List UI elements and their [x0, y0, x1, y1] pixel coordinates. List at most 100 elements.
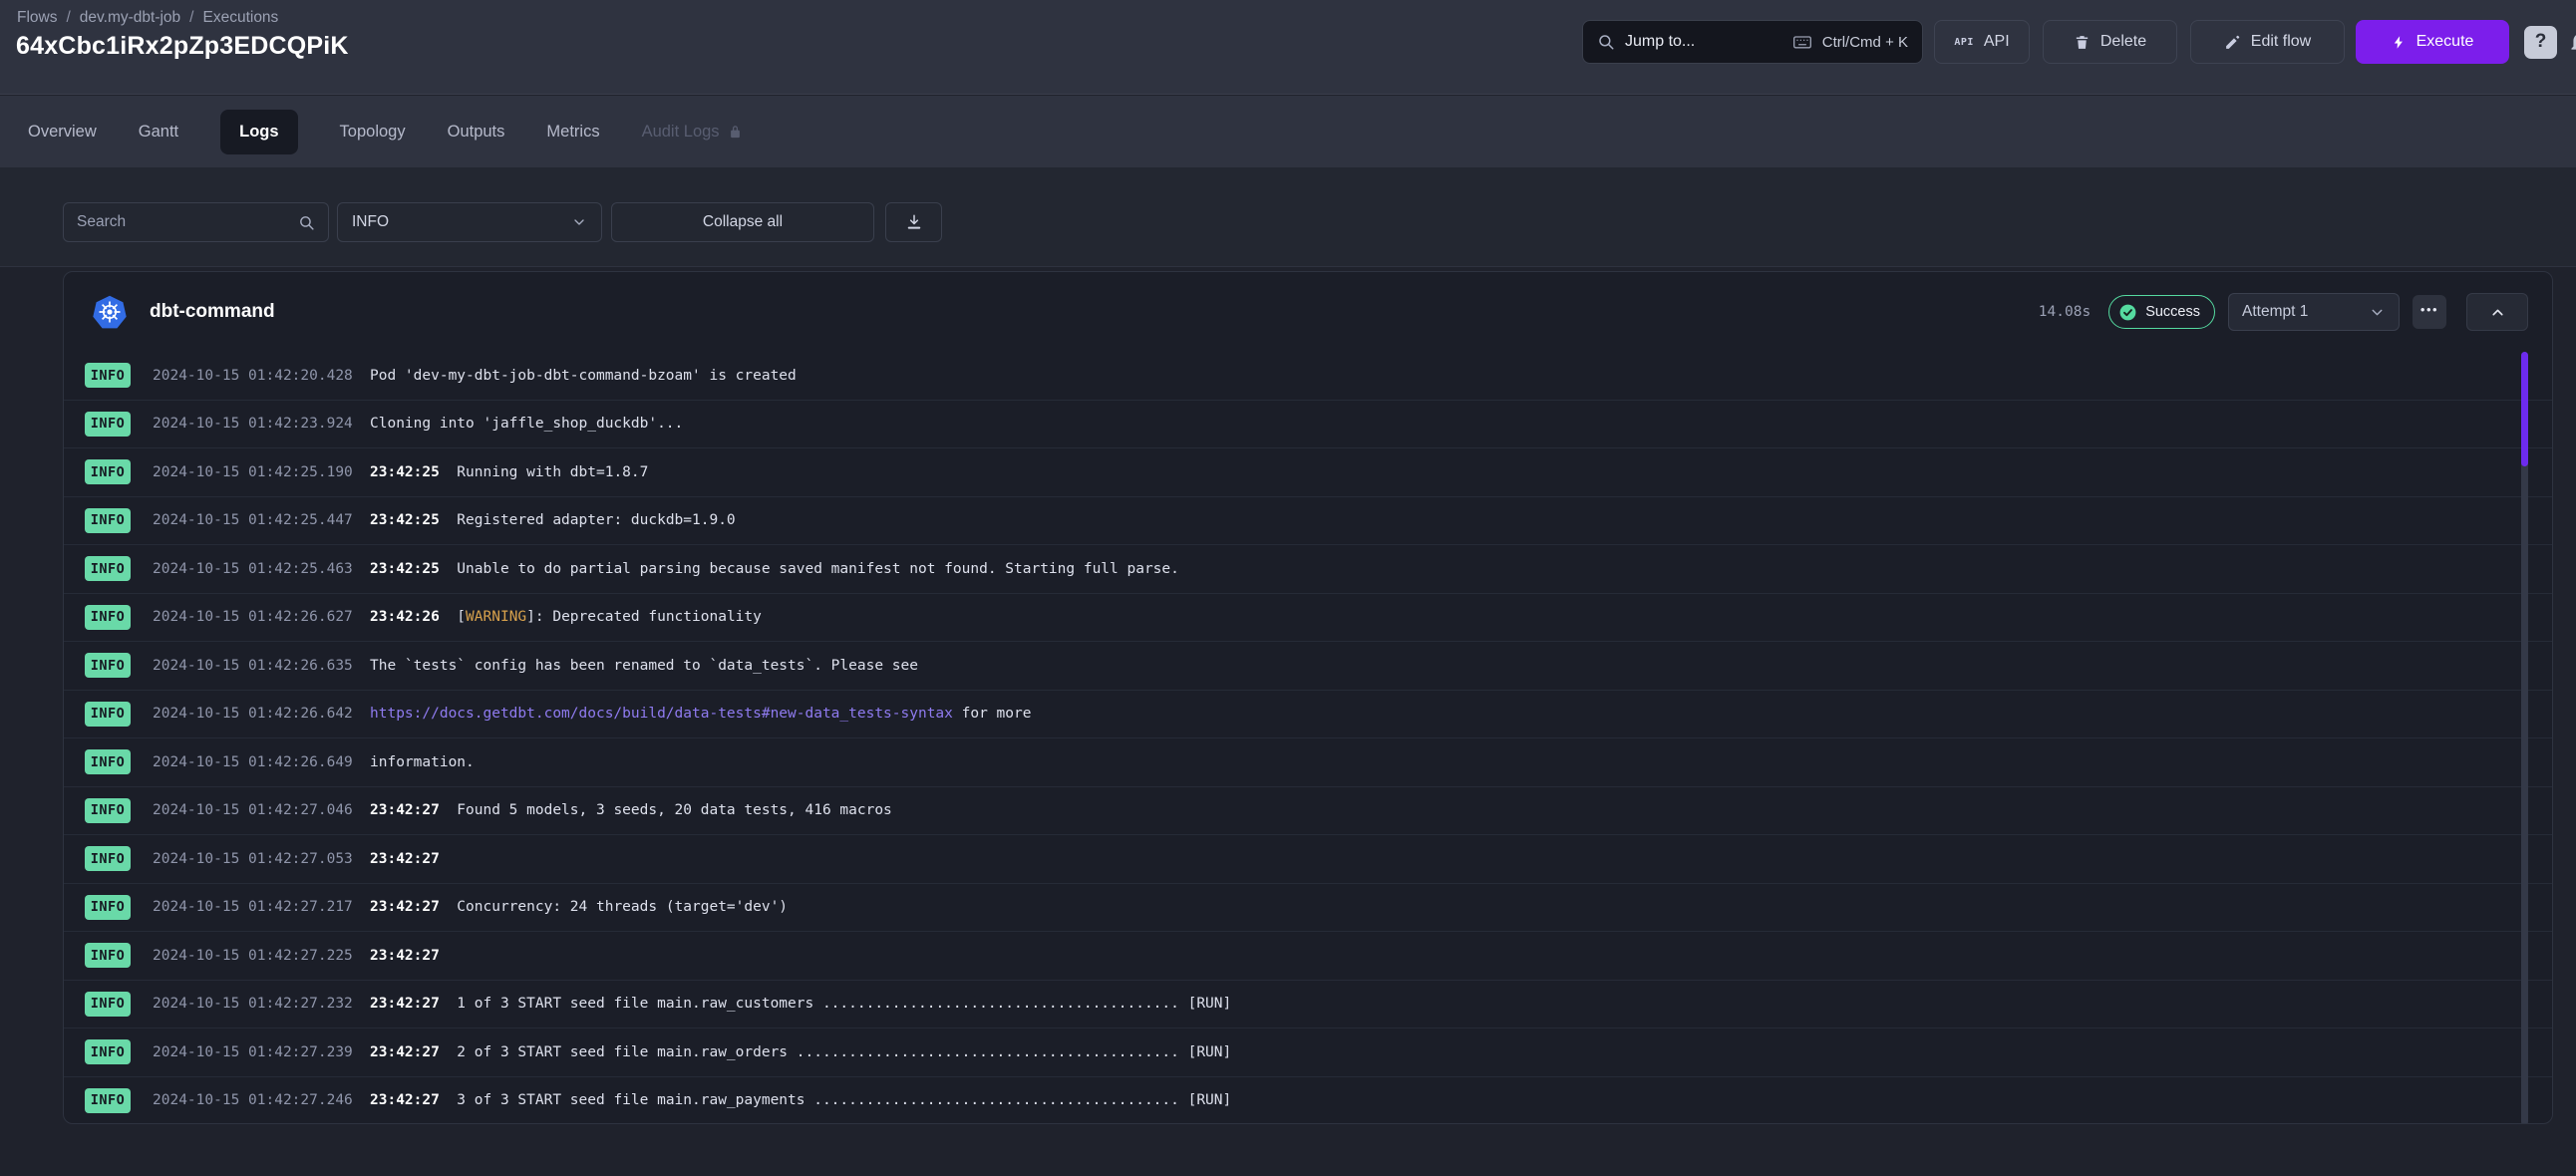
ellipsis-icon: ••• — [2420, 302, 2438, 317]
check-circle-icon — [2118, 303, 2137, 322]
log-row: INFO 2024-10-15 01:42:26.642 https://doc… — [64, 691, 2552, 739]
log-level-badge: INFO — [85, 412, 131, 437]
log-timestamp: 2024-10-15 01:42:27.046 — [153, 802, 354, 818]
log-message: 23:42:26 [WARNING]: Deprecated functiona… — [370, 609, 762, 625]
log-row: INFO 2024-10-15 01:42:25.447 23:42:25 Re… — [64, 497, 2552, 546]
topbar-actions: Ctrl/Cmd + K API API Delete Edit flow Ex… — [1582, 20, 2576, 64]
log-text-segment: 23:42:25 — [370, 561, 440, 577]
collapse-panel-button[interactable] — [2466, 293, 2528, 331]
log-level-badge: INFO — [85, 459, 131, 484]
log-text-segment: 23:42:27 — [370, 996, 440, 1012]
breadcrumb-flow-id[interactable]: dev.my-dbt-job — [80, 9, 180, 27]
log-link[interactable]: https://docs.getdbt.com/docs/build/data-… — [370, 706, 953, 722]
breadcrumb-executions[interactable]: Executions — [202, 9, 278, 27]
log-row: INFO 2024-10-15 01:42:26.627 23:42:26 [W… — [64, 594, 2552, 643]
attempt-select[interactable]: Attempt 1 — [2228, 293, 2400, 331]
log-text-segment: Found 5 models, 3 seeds, 20 data tests, … — [440, 802, 892, 818]
tab-audit-logs: Audit Logs — [642, 123, 743, 142]
log-text-segment: Pod 'dev-my-dbt-job-dbt-command-bzoam' i… — [370, 368, 797, 384]
log-level-badge: INFO — [85, 702, 131, 727]
log-text-segment: Registered adapter: duckdb=1.9.0 — [440, 512, 736, 528]
log-level-badge: INFO — [85, 943, 131, 968]
log-level-select[interactable]: INFO — [337, 202, 602, 242]
log-text-segment: 23:42:27 — [370, 899, 440, 915]
api-icon: API — [1954, 37, 1974, 48]
log-message: 23:42:27 3 of 3 START seed file main.raw… — [370, 1092, 1231, 1108]
log-text-segment: 23:42:27 — [370, 1092, 440, 1108]
tab-outputs[interactable]: Outputs — [448, 123, 505, 142]
log-row: INFO 2024-10-15 01:42:27.232 23:42:27 1 … — [64, 981, 2552, 1029]
log-message: 23:42:27 2 of 3 START seed file main.raw… — [370, 1044, 1231, 1060]
tabs-bar: Overview Gantt Logs Topology Outputs Met… — [0, 96, 2576, 167]
log-row: INFO 2024-10-15 01:42:27.046 23:42:27 Fo… — [64, 787, 2552, 836]
log-level-badge: INFO — [85, 1039, 131, 1064]
log-message: 23:42:27 Concurrency: 24 threads (target… — [370, 899, 788, 915]
log-filters: INFO Collapse all — [63, 202, 942, 242]
log-level-badge: INFO — [85, 556, 131, 581]
jump-to-search[interactable]: Ctrl/Cmd + K — [1582, 20, 1923, 64]
collapse-all-button[interactable]: Collapse all — [611, 202, 874, 242]
log-timestamp: 2024-10-15 01:42:25.463 — [153, 561, 354, 577]
log-text-segment: 23:42:27 — [370, 948, 440, 964]
log-search-field[interactable] — [63, 202, 329, 242]
log-search-input[interactable] — [77, 213, 290, 231]
log-text-segment: The `tests` config has been renamed to `… — [370, 658, 918, 674]
log-message: 23:42:25 Running with dbt=1.8.7 — [370, 464, 648, 480]
log-row: INFO 2024-10-15 01:42:26.649 information… — [64, 738, 2552, 787]
bell-icon[interactable] — [2567, 28, 2576, 56]
log-message: Pod 'dev-my-dbt-job-dbt-command-bzoam' i… — [370, 368, 797, 384]
delete-button-label: Delete — [2100, 33, 2146, 51]
log-timestamp: 2024-10-15 01:42:25.447 — [153, 512, 354, 528]
tab-overview[interactable]: Overview — [28, 123, 97, 142]
tab-gantt[interactable]: Gantt — [139, 123, 178, 142]
log-message: The `tests` config has been renamed to `… — [370, 658, 918, 674]
more-options-button[interactable]: ••• — [2413, 295, 2446, 329]
breadcrumb: Flows / dev.my-dbt-job / Executions — [17, 9, 278, 27]
log-text-segment: information. — [370, 754, 475, 770]
log-message: Cloning into 'jaffle_shop_duckdb'... — [370, 416, 683, 432]
jump-to-input[interactable] — [1625, 33, 1782, 51]
log-level-selected: INFO — [352, 213, 389, 231]
kubernetes-icon — [93, 295, 127, 329]
help-icon[interactable]: ? — [2524, 26, 2557, 59]
log-row: INFO 2024-10-15 01:42:26.635 The `tests`… — [64, 642, 2552, 691]
log-row: INFO 2024-10-15 01:42:20.428 Pod 'dev-my… — [64, 352, 2552, 401]
log-text-segment: 23:42:27 — [370, 851, 440, 867]
log-timestamp: 2024-10-15 01:42:26.649 — [153, 754, 354, 770]
lock-icon — [728, 125, 743, 140]
log-level-badge: INFO — [85, 605, 131, 630]
log-text-segment: Cloning into 'jaffle_shop_duckdb'... — [370, 416, 683, 432]
scrollbar-thumb[interactable] — [2521, 352, 2528, 466]
log-text-segment: Unable to do partial parsing because sav… — [440, 561, 1179, 577]
log-timestamp: 2024-10-15 01:42:25.190 — [153, 464, 354, 480]
log-row: INFO 2024-10-15 01:42:25.190 23:42:25 Ru… — [64, 448, 2552, 497]
lightning-bolt-icon — [2392, 35, 2407, 50]
tab-logs[interactable]: Logs — [220, 110, 297, 154]
scrollbar-track[interactable] — [2521, 352, 2528, 1124]
status-badge-label: Success — [2145, 304, 2200, 320]
keyboard-icon — [1792, 32, 1812, 52]
log-level-badge: INFO — [85, 363, 131, 388]
log-timestamp: 2024-10-15 01:42:23.924 — [153, 416, 354, 432]
download-icon — [905, 213, 923, 231]
log-message: 23:42:27 Found 5 models, 3 seeds, 20 dat… — [370, 802, 892, 818]
edit-flow-button[interactable]: Edit flow — [2190, 20, 2345, 64]
log-timestamp: 2024-10-15 01:42:27.246 — [153, 1092, 354, 1108]
breadcrumb-flows[interactable]: Flows — [17, 9, 57, 27]
chevron-down-icon — [2369, 304, 2386, 321]
log-timestamp: 2024-10-15 01:42:26.627 — [153, 609, 354, 625]
log-timestamp: 2024-10-15 01:42:27.225 — [153, 948, 354, 964]
execute-button[interactable]: Execute — [2356, 20, 2509, 64]
download-logs-button[interactable] — [885, 202, 942, 242]
tab-metrics[interactable]: Metrics — [546, 123, 599, 142]
log-text-segment: 1 of 3 START seed file main.raw_customer… — [440, 996, 1231, 1012]
log-text-segment: 23:42:26 — [370, 609, 440, 625]
tab-topology[interactable]: Topology — [340, 123, 406, 142]
search-icon — [298, 214, 315, 231]
log-message: 23:42:25 Registered adapter: duckdb=1.9.… — [370, 512, 736, 528]
delete-button[interactable]: Delete — [2043, 20, 2177, 64]
attempt-select-value: Attempt 1 — [2242, 303, 2308, 321]
api-button[interactable]: API API — [1934, 20, 2030, 64]
log-text-segment: 23:42:25 — [370, 512, 440, 528]
log-level-badge: INFO — [85, 992, 131, 1017]
